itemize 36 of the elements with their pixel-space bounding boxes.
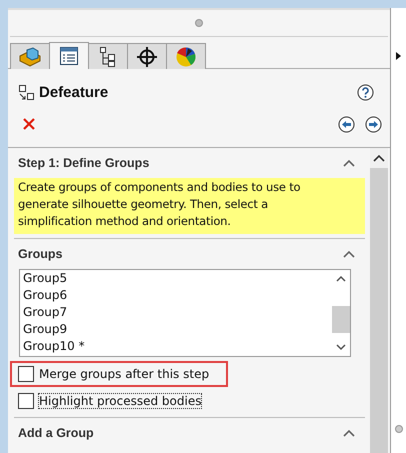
checkbox-label[interactable]: Merge groups after this step <box>38 366 210 382</box>
checkbox[interactable] <box>18 366 34 382</box>
list-icon <box>59 46 79 66</box>
close-icon[interactable] <box>22 117 36 131</box>
collapse-chevron-icon[interactable] <box>343 159 355 167</box>
expand-arrow-icon[interactable] <box>396 52 401 60</box>
group-list-item[interactable]: Group9 <box>23 321 332 338</box>
group-list-item[interactable]: Group10 * <box>23 338 332 355</box>
collapse-chevron-icon[interactable] <box>343 429 355 437</box>
checkbox-label[interactable]: Highlight processed bodies <box>38 393 202 409</box>
collapse-chevron-icon[interactable] <box>343 250 355 258</box>
scroll-up-icon[interactable] <box>336 275 346 282</box>
color-ball-icon <box>175 46 197 68</box>
panel-tab[interactable] <box>127 43 167 69</box>
section-title: Step 1: Define Groups <box>18 156 150 170</box>
resize-handle-icon[interactable] <box>195 19 203 27</box>
checkbox[interactable] <box>18 393 34 409</box>
info-message: Create groups of components and bodies to use to generate silhouette geometry. Then, select a simplification method and orientation. <box>14 178 365 234</box>
group-list-item[interactable]: Group5 <box>23 270 332 287</box>
panel-tab[interactable] <box>49 42 89 69</box>
group-list-item[interactable]: Group6 <box>23 287 332 304</box>
panel-title: Defeature <box>39 84 108 100</box>
section-title: Groups <box>18 247 62 261</box>
help-icon[interactable] <box>357 84 374 100</box>
scroll-down-icon[interactable] <box>336 344 346 351</box>
scroll-thumb[interactable] <box>332 306 350 332</box>
part-icon <box>19 46 41 66</box>
defeature-icon <box>18 84 35 100</box>
panel-tab[interactable] <box>166 43 206 69</box>
section-title: Add a Group <box>18 426 94 440</box>
scroll-up-icon[interactable] <box>373 154 385 162</box>
handle-dot-icon <box>394 425 402 433</box>
crosshair-icon <box>136 46 158 68</box>
group-list-item[interactable]: Group7 <box>23 304 332 321</box>
panel-tab[interactable] <box>88 43 128 69</box>
tree-icon <box>99 46 117 68</box>
